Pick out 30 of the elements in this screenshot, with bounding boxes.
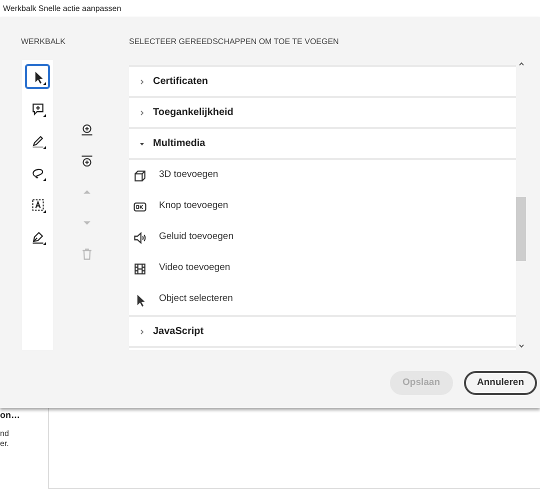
comment-icon [30, 102, 44, 116]
tool-list-item[interactable]: Object selecteren [129, 284, 516, 315]
trash-icon [80, 247, 94, 261]
window-title: Werkbalk Snelle actie aanpassen [3, 2, 122, 14]
background-heading: on… [0, 409, 21, 422]
scroll-up-icon[interactable] [519, 62, 524, 66]
cancel-button[interactable]: Annuleren [464, 371, 537, 395]
background-text: er. [0, 439, 10, 449]
tool-list-item[interactable]: 3D toevoegen [129, 160, 516, 191]
tool-list-item[interactable]: Geluid toevoegen [129, 222, 516, 253]
action-button[interactable] [79, 122, 95, 138]
section-heading: WERKBALK [20, 36, 66, 48]
background-text: nd [0, 429, 10, 439]
add-before-icon [80, 123, 94, 137]
ok-button-icon [133, 200, 147, 214]
tool-button[interactable] [25, 64, 50, 89]
text-box-icon [30, 198, 44, 212]
tool-list-item[interactable]: Video toevoegen [129, 253, 516, 284]
add-after-icon [80, 154, 94, 168]
scroll-down-icon[interactable] [519, 344, 524, 348]
pen-nib-icon [30, 230, 44, 244]
section-heading: SELECTEER GEREEDSCHAPPEN OM TOE TE VOEGEN [129, 36, 340, 48]
speaker-icon [133, 230, 147, 244]
film-icon [133, 262, 147, 276]
scrollbar[interactable] [516, 60, 526, 350]
scroll-thumb[interactable] [516, 197, 526, 261]
cube-icon [133, 168, 147, 182]
pen-icon [30, 134, 44, 148]
tool-list-item[interactable]: Knop toevoegen [129, 191, 516, 222]
action-button[interactable] [79, 153, 95, 169]
